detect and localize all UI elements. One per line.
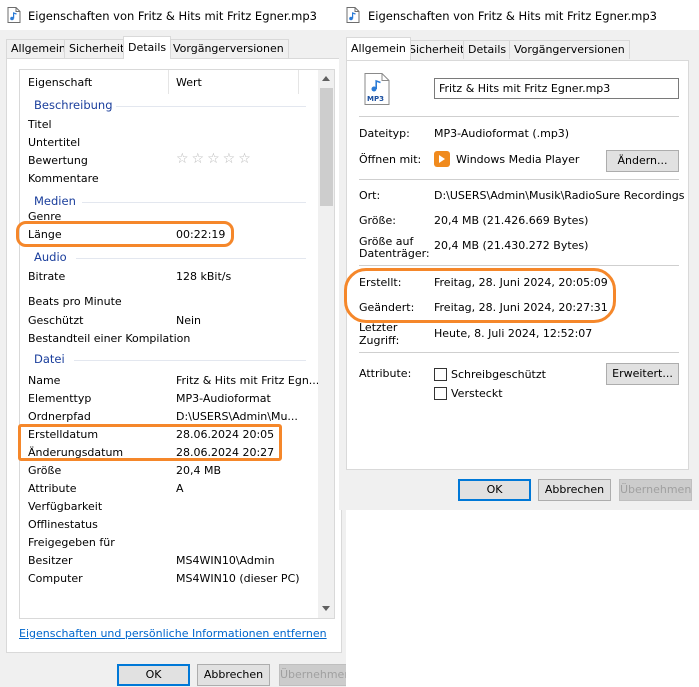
- readonly-label[interactable]: Schreibgeschützt: [451, 368, 546, 381]
- apply-button[interactable]: Übernehmen: [619, 479, 692, 501]
- ok-button[interactable]: OK: [117, 664, 190, 686]
- row-geschuetzt-label[interactable]: Geschützt: [28, 314, 83, 327]
- tab-vorgaengerversionen[interactable]: Vorgängerversionen: [509, 40, 630, 59]
- row-elementtyp-label[interactable]: Elementtyp: [28, 392, 91, 405]
- mp3-icon-label: MP3: [367, 95, 384, 103]
- column-divider: [168, 70, 169, 94]
- window-title: Eigenschaften von Fritz & Hits mit Fritz…: [368, 9, 657, 23]
- row-groesse-label[interactable]: Größe: [28, 464, 61, 477]
- left-title-bar[interactable]: Eigenschaften von Fritz & Hits mit Fritz…: [0, 0, 346, 30]
- row-kommentare[interactable]: Kommentare: [28, 172, 99, 185]
- row-computer-label[interactable]: Computer: [28, 572, 83, 585]
- column-header-value[interactable]: Wert: [176, 76, 202, 89]
- cancel-button[interactable]: Abbrechen: [538, 479, 611, 501]
- hidden-label[interactable]: Versteckt: [451, 387, 503, 400]
- dateityp-value: MP3-Audioformat (.mp3): [434, 127, 570, 140]
- row-beats[interactable]: Beats pro Minute: [28, 295, 122, 308]
- scrollbar-thumb[interactable]: [320, 88, 333, 206]
- row-verfuegbarkeit[interactable]: Verfügbarkeit: [28, 500, 102, 513]
- group-datei: Datei: [34, 352, 65, 366]
- row-computer-value[interactable]: MS4WIN10 (dieser PC): [176, 572, 300, 585]
- row-name-value[interactable]: Fritz & Hits mit Fritz Egn...: [176, 374, 319, 387]
- hidden-checkbox[interactable]: [434, 387, 447, 400]
- row-titel[interactable]: Titel: [28, 118, 52, 131]
- tab-allgemein[interactable]: Allgemein: [6, 39, 71, 58]
- tab-allgemein[interactable]: Allgemein: [346, 37, 411, 60]
- row-geschuetzt-value[interactable]: Nein: [176, 314, 201, 327]
- oeffnen-value: Windows Media Player: [456, 153, 580, 166]
- groesse-datentraeger-label-2: Datenträger:: [359, 247, 430, 260]
- row-bewertung[interactable]: Bewertung: [28, 154, 88, 167]
- highlight-laenge: [16, 221, 234, 247]
- advanced-button[interactable]: Erweitert...: [606, 363, 679, 385]
- zugriff-label-2: Zugriff:: [359, 334, 400, 347]
- group-beschreibung: Beschreibung: [34, 98, 113, 112]
- music-file-icon: [7, 7, 21, 23]
- left-properties-window: Eigenschaften von Fritz & Hits mit Fritz…: [0, 0, 346, 687]
- row-bitrate-label[interactable]: Bitrate: [28, 270, 65, 283]
- rating-stars[interactable]: ☆☆☆☆☆: [176, 151, 254, 167]
- row-attribute-value[interactable]: A: [176, 482, 184, 495]
- apply-button[interactable]: Übernehmen: [279, 664, 346, 686]
- ort-label: Ort:: [359, 189, 381, 202]
- filename-input[interactable]: Fritz & Hits mit Fritz Egner.mp3: [434, 78, 679, 99]
- oeffnen-label: Öffnen mit:: [359, 153, 422, 166]
- highlight-dates: [18, 424, 282, 461]
- tab-details[interactable]: Details: [123, 36, 172, 59]
- tab-sicherheit[interactable]: Sicherheit: [64, 39, 130, 58]
- cancel-button[interactable]: Abbrechen: [197, 664, 270, 686]
- row-attribute-label[interactable]: Attribute: [28, 482, 77, 495]
- row-besitzer-value[interactable]: MS4WIN10\Admin: [176, 554, 275, 567]
- right-title-bar[interactable]: Eigenschaften von Fritz & Hits mit Fritz…: [339, 0, 699, 30]
- tab-sicherheit[interactable]: Sicherheit: [404, 40, 470, 59]
- change-program-button[interactable]: Ändern...: [606, 150, 679, 172]
- general-panel: MP3 Fritz & Hits mit Fritz Egner.mp3 Dat…: [346, 60, 689, 470]
- row-ordnerpfad-value[interactable]: D:\USERS\Admin\Mu...: [176, 410, 298, 423]
- vertical-scrollbar[interactable]: [318, 70, 334, 618]
- music-file-icon: [346, 7, 360, 23]
- scroll-down-arrow-icon[interactable]: [322, 606, 330, 611]
- tab-vorgaengerversionen[interactable]: Vorgängerversionen: [168, 39, 289, 58]
- tab-strip: Allgemein Sicherheit Details Vorgängerve…: [346, 37, 686, 60]
- ok-button[interactable]: OK: [458, 479, 531, 501]
- dateityp-label: Dateityp:: [359, 127, 410, 140]
- group-audio: Audio: [34, 250, 67, 264]
- details-list[interactable]: Eigenschaft Wert Beschreibung Titel Unte…: [19, 69, 335, 619]
- readonly-checkbox[interactable]: [434, 368, 447, 381]
- tab-details[interactable]: Details: [463, 40, 512, 59]
- row-name-label[interactable]: Name: [28, 374, 60, 387]
- group-medien: Medien: [34, 194, 76, 208]
- right-properties-window: Eigenschaften von Fritz & Hits mit Fritz…: [339, 0, 699, 510]
- row-bitrate-value[interactable]: 128 kBit/s: [176, 270, 231, 283]
- media-player-icon: [434, 151, 450, 167]
- highlight-erstellt-geaendert: [344, 268, 616, 323]
- groesse-value: 20,4 MB (21.426.669 Bytes): [434, 214, 589, 227]
- row-besitzer-label[interactable]: Besitzer: [28, 554, 72, 567]
- groesse-datentraeger-value: 20,4 MB (21.430.272 Bytes): [434, 239, 589, 252]
- ort-value: D:\USERS\Admin\Musik\RadioSure Recording…: [434, 189, 684, 202]
- tab-strip: Allgemein Sicherheit Details Vorgängerve…: [6, 36, 336, 59]
- remove-properties-link[interactable]: Eigenschaften und persönliche Informatio…: [19, 627, 327, 640]
- details-panel: Eigenschaft Wert Beschreibung Titel Unte…: [6, 58, 342, 653]
- window-title: Eigenschaften von Fritz & Hits mit Fritz…: [28, 9, 317, 23]
- row-untertitel[interactable]: Untertitel: [28, 136, 80, 149]
- zugriff-value: Heute, 8. Juli 2024, 12:52:07: [434, 327, 593, 340]
- row-freigegeben[interactable]: Freigegeben für: [28, 536, 115, 549]
- row-ordnerpfad-label[interactable]: Ordnerpfad: [28, 410, 91, 423]
- column-header-property[interactable]: Eigenschaft: [28, 76, 92, 89]
- row-groesse-value[interactable]: 20,4 MB: [176, 464, 221, 477]
- row-offlinestatus[interactable]: Offlinestatus: [28, 518, 98, 531]
- row-elementtyp-value[interactable]: MP3-Audioformat: [176, 392, 271, 405]
- scroll-up-arrow-icon[interactable]: [322, 76, 330, 81]
- attribute-label: Attribute:: [359, 367, 412, 380]
- groesse-label: Größe:: [359, 214, 396, 227]
- row-bestandteil[interactable]: Bestandteil einer Kompilation: [28, 332, 190, 345]
